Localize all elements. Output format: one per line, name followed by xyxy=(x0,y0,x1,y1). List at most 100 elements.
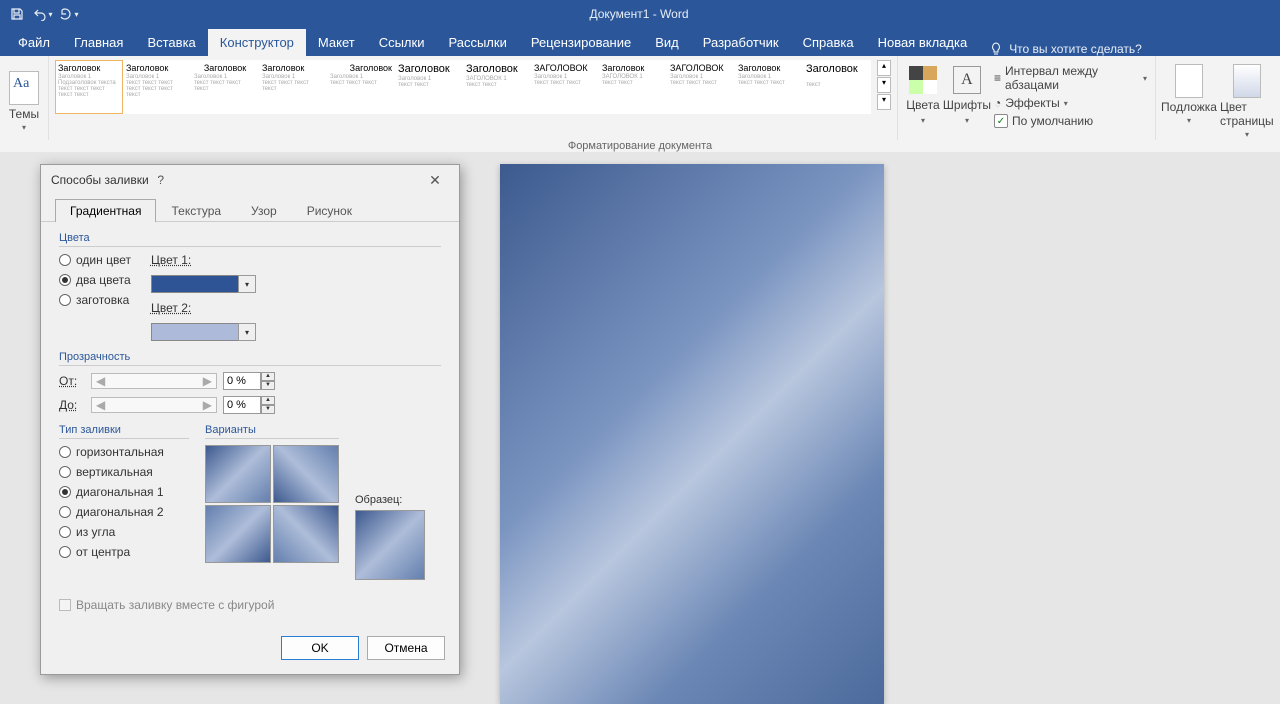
chevron-down-icon[interactable]: ▾ xyxy=(238,323,256,341)
tab-gradient[interactable]: Градиентная xyxy=(55,199,156,222)
tab-pattern[interactable]: Узор xyxy=(236,199,292,222)
from-label: От: xyxy=(59,374,85,388)
style-item[interactable]: ЗАГОЛОВОКЗаголовок 1текст текст текст xyxy=(531,60,599,114)
radio-preset[interactable]: заготовка xyxy=(59,293,131,307)
lightbulb-icon xyxy=(989,42,1003,56)
undo-icon[interactable]: ▾ xyxy=(30,2,56,26)
paragraph-spacing-button[interactable]: ≡Интервал между абзацами ▾ xyxy=(994,64,1147,92)
shading-group: Тип заливки горизонтальная вертикальная … xyxy=(59,424,189,580)
variants-group: Варианты xyxy=(205,424,339,580)
radio-from-center[interactable]: от центра xyxy=(59,545,189,559)
style-item[interactable]: ЗаголовокЗаголовок 1текст текст текст те… xyxy=(191,60,259,114)
style-item[interactable]: ЗаголовокЗаголовок 1текст текст xyxy=(395,60,463,114)
gallery-down-icon[interactable]: ▾ xyxy=(877,77,891,93)
tab-insert[interactable]: Вставка xyxy=(135,29,207,56)
variant-1[interactable] xyxy=(205,445,271,503)
tab-picture[interactable]: Рисунок xyxy=(292,199,367,222)
spin-down-icon[interactable]: ▼ xyxy=(261,381,275,390)
radio-diagonal2[interactable]: диагональная 2 xyxy=(59,505,189,519)
chevron-down-icon: ▾ xyxy=(965,116,969,125)
close-icon[interactable]: ✕ xyxy=(421,172,449,189)
set-default-button[interactable]: ✓По умолчанию xyxy=(994,114,1147,128)
style-item[interactable]: ЗАГОЛОВОКЗаголовок 1текст текст текст xyxy=(667,60,735,114)
tab-newtab[interactable]: Новая вкладка xyxy=(866,29,980,56)
fonts-label: Шрифты xyxy=(943,98,991,112)
fonts-icon: A xyxy=(953,66,981,94)
to-slider[interactable]: ◀▶ xyxy=(91,397,217,413)
save-icon[interactable] xyxy=(4,2,30,26)
tab-texture[interactable]: Текстура xyxy=(156,199,236,222)
from-spinner[interactable]: ▲▼ xyxy=(223,372,275,390)
tab-layout[interactable]: Макет xyxy=(306,29,367,56)
tab-file[interactable]: Файл xyxy=(6,29,62,56)
help-icon[interactable]: ? xyxy=(149,173,173,187)
style-item[interactable]: Заголовоктекст xyxy=(803,60,871,114)
ribbon: Темы ▾ ЗаголовокЗаголовок 1Подзаголовок … xyxy=(0,56,1280,152)
radio-horizontal[interactable]: горизонтальная xyxy=(59,445,189,459)
tab-home[interactable]: Главная xyxy=(62,29,135,56)
color-pickers: Цвет 1: ▾ Цвет 2: ▾ xyxy=(151,253,256,341)
quick-access-toolbar: ▾ ▾ xyxy=(4,2,82,26)
spin-up-icon[interactable]: ▲ xyxy=(261,396,275,405)
formatting-options: ≡Интервал между абзацами ▾ ◔Эффекты ▾ ✓П… xyxy=(992,60,1149,132)
themes-group: Темы ▾ xyxy=(0,56,49,151)
tell-me-search[interactable]: Что вы хотите сделать? xyxy=(979,42,1152,56)
style-item[interactable]: ЗаголовокЗаголовок 1текст текст текст xyxy=(327,60,395,114)
to-spinner[interactable]: ▲▼ xyxy=(223,396,275,414)
colors-button[interactable]: Цвета ▾ xyxy=(904,60,942,132)
gallery-more-icon[interactable]: ▾ xyxy=(877,94,891,110)
page-color-icon xyxy=(1233,64,1261,98)
colors-fonts-group: Цвета ▾ A Шрифты ▾ ≡Интервал между абзац… xyxy=(898,56,1156,151)
colors-label: Цвета xyxy=(906,98,939,112)
effects-button[interactable]: ◔Эффекты ▾ xyxy=(994,96,1147,110)
redo-icon[interactable]: ▾ xyxy=(56,2,82,26)
variant-3[interactable] xyxy=(205,505,271,563)
style-item[interactable]: ЗаголовокЗАГОЛОВОК 1текст текст xyxy=(463,60,531,114)
shading-title: Тип заливки xyxy=(59,424,189,439)
tab-mailings[interactable]: Рассылки xyxy=(436,29,518,56)
tab-developer[interactable]: Разработчик xyxy=(691,29,791,56)
from-slider[interactable]: ◀▶ xyxy=(91,373,217,389)
tab-references[interactable]: Ссылки xyxy=(367,29,437,56)
tab-view[interactable]: Вид xyxy=(643,29,691,56)
themes-button[interactable]: Темы ▾ xyxy=(6,60,42,132)
spin-up-icon[interactable]: ▲ xyxy=(261,372,275,381)
radio-from-corner[interactable]: из угла xyxy=(59,525,189,539)
colors-group: Цвета один цвет два цвета заготовка Цвет… xyxy=(59,232,441,341)
radio-vertical[interactable]: вертикальная xyxy=(59,465,189,479)
document-page[interactable] xyxy=(500,164,884,704)
cancel-button[interactable]: Отмена xyxy=(367,636,445,660)
style-gallery[interactable]: ЗаголовокЗаголовок 1Подзаголовок текста … xyxy=(55,60,871,132)
style-item[interactable]: ЗаголовокЗАГОЛОВОК 1текст текст xyxy=(599,60,667,114)
page-background-group: Подложка▾ Цвет страницы▾ Фон страницы xyxy=(1156,56,1280,151)
variant-2[interactable] xyxy=(273,445,339,503)
checkbox-icon xyxy=(59,599,71,611)
gallery-up-icon[interactable]: ▴ xyxy=(877,60,891,76)
style-item[interactable]: ЗаголовокЗаголовок 1текст текст текст те… xyxy=(259,60,327,114)
chevron-down-icon: ▾ xyxy=(22,123,26,132)
page-color-button[interactable]: Цвет страницы▾ xyxy=(1220,60,1274,139)
style-item[interactable]: ЗаголовокЗаголовок 1Подзаголовок текста … xyxy=(55,60,123,114)
dialog-titlebar[interactable]: Способы заливки ? ✕ xyxy=(41,165,459,195)
color1-picker[interactable]: ▾ xyxy=(151,275,256,293)
radio-diagonal1[interactable]: диагональная 1 xyxy=(59,485,189,499)
style-item[interactable]: ЗаголовокЗаголовок 1текст текст текст те… xyxy=(123,60,191,114)
tab-design[interactable]: Конструктор xyxy=(208,29,306,56)
to-label: До: xyxy=(59,398,85,412)
color2-label: Цвет 2: xyxy=(151,301,191,315)
ok-button[interactable]: OK xyxy=(281,636,359,660)
spacing-icon: ≡ xyxy=(994,71,1001,85)
chevron-down-icon[interactable]: ▾ xyxy=(238,275,256,293)
watermark-button[interactable]: Подложка▾ xyxy=(1162,60,1216,125)
rotate-with-shape-checkbox: Вращать заливку вместе с фигурой xyxy=(59,598,441,612)
radio-one-color[interactable]: один цвет xyxy=(59,253,131,267)
tab-help[interactable]: Справка xyxy=(791,29,866,56)
variant-4[interactable] xyxy=(273,505,339,563)
radio-two-colors[interactable]: два цвета xyxy=(59,273,131,287)
spin-down-icon[interactable]: ▼ xyxy=(261,405,275,414)
fonts-button[interactable]: A Шрифты ▾ xyxy=(946,60,988,132)
tab-review[interactable]: Рецензирование xyxy=(519,29,643,56)
color2-picker[interactable]: ▾ xyxy=(151,323,256,341)
colors-icon xyxy=(909,66,937,94)
style-item[interactable]: ЗаголовокЗаголовок 1текст текст текст xyxy=(735,60,803,114)
